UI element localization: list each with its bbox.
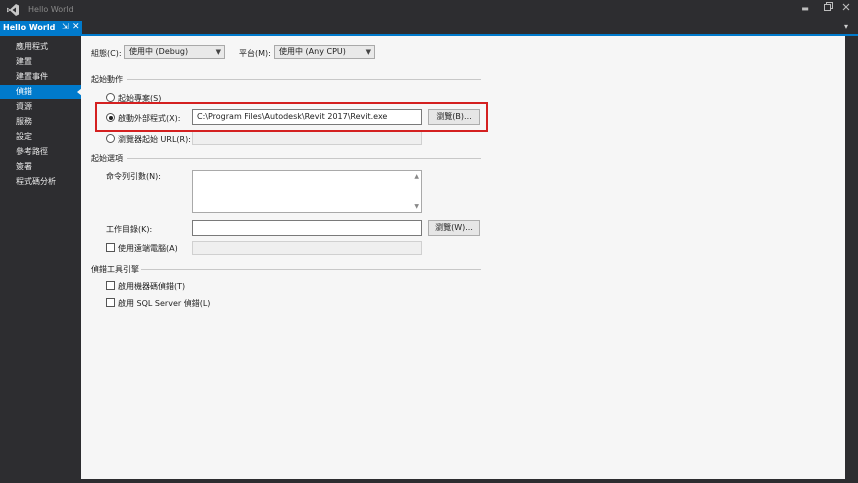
working-directory-label: 工作目錄(K): — [106, 225, 153, 234]
restore-icon — [823, 2, 833, 11]
sidebar-item-debug[interactable]: 偵錯 — [0, 85, 82, 99]
section-divider — [141, 269, 481, 270]
property-sidebar: 應用程式 建置 建置事件 偵錯 資源 服務 設定 參考路徑 簽署 程式碼分析 — [0, 36, 82, 483]
debugger-engines-header: 偵錯工具引擎 — [91, 265, 139, 274]
section-divider — [127, 79, 481, 80]
command-line-args-label: 命令列引數(N): — [106, 172, 161, 181]
sidebar-item-application[interactable]: 應用程式 — [0, 40, 81, 54]
window-title: Hello World — [28, 5, 74, 14]
enable-sql-debugging-checkbox[interactable] — [106, 298, 115, 307]
enable-native-debugging-checkbox[interactable] — [106, 281, 115, 290]
start-project-radio[interactable] — [106, 93, 115, 102]
start-browser-url-radio[interactable] — [106, 134, 115, 143]
command-line-args-input[interactable]: ▲ ▼ — [192, 170, 422, 213]
highlight-box — [95, 102, 488, 132]
sidebar-item-code-analysis[interactable]: 程式碼分析 — [0, 175, 81, 189]
restore-button[interactable] — [820, 2, 836, 16]
enable-native-debugging-label: 啟用機器碼偵錯(T) — [118, 282, 186, 291]
vertical-scrollbar[interactable] — [845, 36, 858, 483]
section-divider — [127, 158, 481, 159]
configuration-label: 組態(C): — [91, 49, 122, 58]
sidebar-item-build-events[interactable]: 建置事件 — [0, 70, 81, 84]
sidebar-item-resources[interactable]: 資源 — [0, 100, 81, 114]
sidebar-item-build[interactable]: 建置 — [0, 55, 81, 69]
bottom-border — [81, 479, 845, 483]
platform-label: 平台(M): — [239, 49, 271, 58]
scroll-down-icon[interactable]: ▼ — [414, 203, 419, 210]
tab-close-icon[interactable]: ✕ — [72, 22, 80, 32]
tab-hello-world[interactable]: Hello World ⇲ ✕ — [0, 21, 82, 35]
working-directory-input[interactable] — [192, 220, 422, 236]
minimize-button[interactable]: ▬ — [797, 2, 813, 16]
chevron-down-icon: ▼ — [215, 48, 221, 56]
pin-icon[interactable]: ⇲ — [62, 22, 69, 31]
sidebar-item-signing[interactable]: 簽署 — [0, 160, 81, 174]
platform-value: 使用中 (Any CPU) — [279, 47, 346, 56]
browser-url-input[interactable] — [192, 131, 422, 145]
browse-working-directory-button[interactable]: 瀏覽(W)... — [428, 220, 480, 236]
start-options-header: 起始選項 — [91, 154, 123, 163]
tab-label: Hello World — [3, 23, 56, 32]
sidebar-item-settings[interactable]: 設定 — [0, 130, 81, 144]
close-window-button[interactable] — [838, 2, 854, 16]
configuration-value: 使用中 (Debug) — [129, 47, 189, 56]
sidebar-item-services[interactable]: 服務 — [0, 115, 81, 129]
close-icon — [842, 3, 850, 11]
remote-machine-input[interactable] — [192, 241, 422, 255]
configuration-select[interactable]: 使用中 (Debug) ▼ — [124, 45, 225, 59]
use-remote-machine-label: 使用遠端電腦(A) — [118, 244, 178, 253]
use-remote-machine-checkbox[interactable] — [106, 243, 115, 252]
start-action-header: 起始動作 — [91, 75, 123, 84]
start-browser-url-label: 瀏覽器起始 URL(R): — [118, 135, 191, 144]
document-tab-strip — [0, 20, 858, 34]
tab-dropdown-icon[interactable]: ▾ — [844, 22, 848, 31]
visual-studio-logo-icon — [7, 4, 19, 16]
title-bar: Hello World ▬ — [0, 0, 858, 20]
enable-sql-debugging-label: 啟用 SQL Server 偵錯(L) — [118, 299, 211, 308]
chevron-down-icon: ▼ — [365, 48, 371, 56]
scroll-up-icon[interactable]: ▲ — [414, 173, 419, 180]
platform-select[interactable]: 使用中 (Any CPU) ▼ — [274, 45, 375, 59]
sidebar-item-reference-paths[interactable]: 參考路徑 — [0, 145, 81, 159]
debug-settings-pane: 組態(C): 使用中 (Debug) ▼ 平台(M): 使用中 (Any CPU… — [81, 36, 845, 479]
